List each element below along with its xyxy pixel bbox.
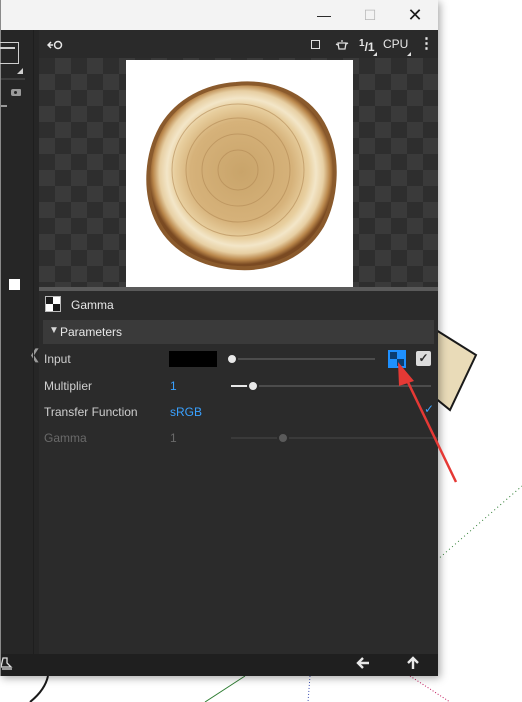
annotation-arrow	[398, 362, 458, 483]
